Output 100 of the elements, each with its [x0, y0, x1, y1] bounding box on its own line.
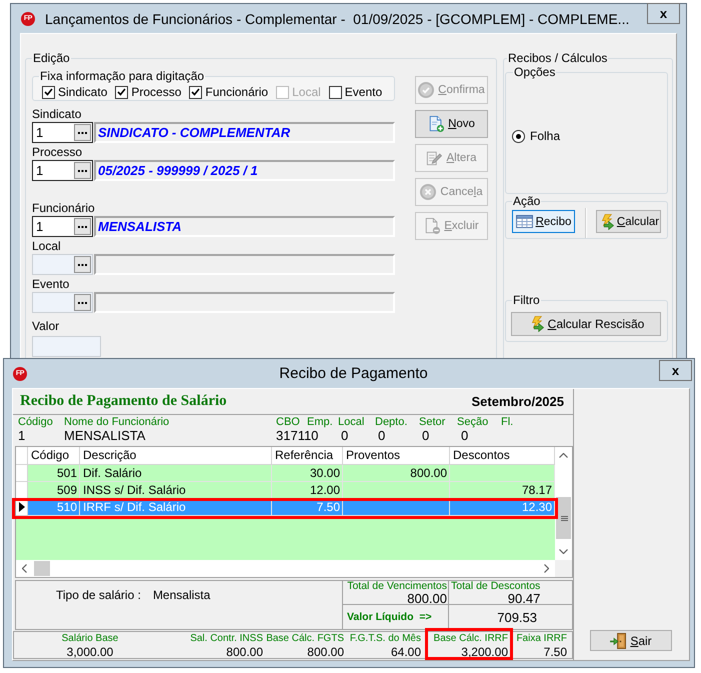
exit-button[interactable]: Sair — [590, 630, 672, 651]
window-title: Recibo de Pagamento — [279, 365, 428, 382]
chevron-down-icon — [559, 549, 568, 554]
base-label: Sal. Contr. INSS — [190, 633, 263, 645]
checkbox-label: Evento — [344, 85, 382, 99]
code-field[interactable] — [32, 292, 93, 313]
info-label: Código — [18, 416, 53, 428]
total-value: 90.47 — [508, 592, 540, 605]
table-icon — [516, 215, 533, 228]
checkbox-label: Local — [292, 85, 321, 99]
description-field: MENSALISTA — [94, 216, 395, 237]
info-label: Nome do Funcionário — [64, 416, 170, 428]
info-label: Seção — [457, 416, 488, 428]
table-cell: 7.50 — [272, 499, 343, 516]
table-row[interactable]: 501 Dif. Salário 30.00 800.00 — [16, 465, 555, 482]
field-label: Local — [32, 239, 62, 253]
chevron-left-icon — [22, 564, 27, 573]
base-value: 3,200.00 — [461, 645, 508, 659]
field-label: Funcionário — [32, 201, 96, 215]
close-button[interactable]: x — [659, 360, 692, 381]
table-cell: IRRF s/ Dif. Salário — [80, 499, 272, 516]
lookup-button[interactable] — [74, 218, 91, 235]
group-title: Recibos / Cálculos — [507, 51, 608, 65]
checkbox[interactable] — [115, 86, 128, 98]
salary-type-value: Mensalista — [152, 588, 210, 602]
net-label: Valor Líquido => — [347, 611, 432, 623]
scrollbar-thumb[interactable] — [556, 497, 571, 539]
info-value: 0 — [422, 428, 430, 443]
checkbox[interactable] — [189, 86, 202, 98]
new-button[interactable]: Novo — [415, 110, 488, 138]
table-cell: 509 — [28, 482, 80, 499]
lookup-button[interactable] — [74, 256, 91, 273]
base-label: Salário Base — [62, 633, 118, 645]
code-field[interactable] — [32, 254, 93, 275]
info-label: Fl. — [501, 416, 514, 428]
base-value: 7.50 — [544, 645, 567, 659]
calculate-termination-button[interactable]: Calcular Rescisão — [511, 312, 661, 336]
base-label: Base Cálc. IRRF — [434, 633, 508, 645]
chevron-up-icon — [559, 453, 568, 458]
info-value: 0 — [341, 428, 348, 443]
checkbox[interactable] — [42, 86, 55, 98]
code-field[interactable]: 1 — [32, 160, 93, 181]
delete-document-icon — [424, 218, 440, 234]
scrollbar-corner — [555, 560, 572, 577]
field-label: Processo — [32, 145, 84, 159]
code-field[interactable]: 1 — [32, 122, 93, 143]
radio-button[interactable] — [512, 130, 525, 142]
checkbox[interactable] — [328, 86, 342, 98]
close-button[interactable]: x — [647, 3, 680, 24]
door-exit-icon — [610, 632, 626, 648]
grip-icon — [561, 516, 568, 520]
chevron-right-icon — [544, 564, 549, 573]
table-cell: 510 — [28, 499, 80, 516]
info-value: 317110 — [276, 428, 318, 443]
salary-type-label: Tipo de salário : — [56, 588, 141, 602]
group-title: Ação — [512, 194, 542, 208]
net-value: 709.53 — [497, 610, 537, 624]
checkbox-label: Processo — [131, 85, 182, 99]
info-value: 0 — [461, 428, 468, 443]
receipt-heading: Recibo de Pagamento de Salário — [20, 393, 227, 410]
group-title: Filtro — [512, 293, 541, 307]
description-field: 05/2025 - 999999 / 2025 / 1 — [94, 160, 395, 181]
lookup-button[interactable] — [74, 294, 91, 311]
info-label: Setor — [419, 416, 446, 428]
base-label: F.G.T.S. do Mês — [350, 633, 421, 645]
info-label: Depto. — [375, 416, 408, 428]
checkbox-label: Sindicato — [58, 85, 108, 99]
new-document-icon — [428, 116, 444, 132]
calculate-button[interactable]: Calcular — [596, 210, 661, 233]
pencil-document-icon — [426, 150, 442, 166]
period-label: Setembro/2025 — [472, 394, 564, 409]
base-value: 3,000.00 — [66, 645, 114, 659]
group-title: Edição — [32, 51, 71, 65]
table-cell: 12.00 — [272, 482, 343, 499]
info-label: CBO — [276, 416, 300, 428]
group-title: Fixa informação para digitação — [39, 69, 206, 83]
total-value: 800.00 — [407, 592, 447, 605]
scrollbar-thumb[interactable] — [34, 561, 50, 576]
check-circle-icon — [418, 82, 434, 98]
cancel-circle-icon — [420, 184, 436, 200]
base-value: 64.00 — [390, 645, 421, 659]
field-label: Evento — [32, 277, 70, 291]
info-label: Emp. — [307, 416, 333, 428]
field-label: Valor — [32, 319, 60, 333]
description-field: SINDICATO - COMPLEMENTAR — [94, 122, 395, 143]
table-cell: INSS s/ Dif. Salário — [80, 482, 272, 499]
receipt-button[interactable]: Recibo — [512, 210, 575, 233]
checkbox-label: Funcionário — [205, 85, 268, 99]
table-cell: 12.30 — [450, 499, 555, 516]
table-row[interactable]: 509 INSS s/ Dif. Salário 12.00 78.17 — [16, 482, 555, 499]
base-label: Faixa IRRF — [516, 633, 567, 645]
lookup-button[interactable] — [74, 124, 91, 141]
code-field[interactable]: 1 — [32, 216, 93, 237]
info-label: Local — [338, 416, 364, 428]
group-title: Opções — [513, 65, 556, 79]
info-value: MENSALISTA — [64, 428, 146, 443]
value-field[interactable] — [32, 336, 101, 357]
lookup-button[interactable] — [74, 162, 91, 179]
total-label: Total de Vencimentos — [347, 581, 447, 592]
radio-label: Folha — [530, 129, 560, 143]
